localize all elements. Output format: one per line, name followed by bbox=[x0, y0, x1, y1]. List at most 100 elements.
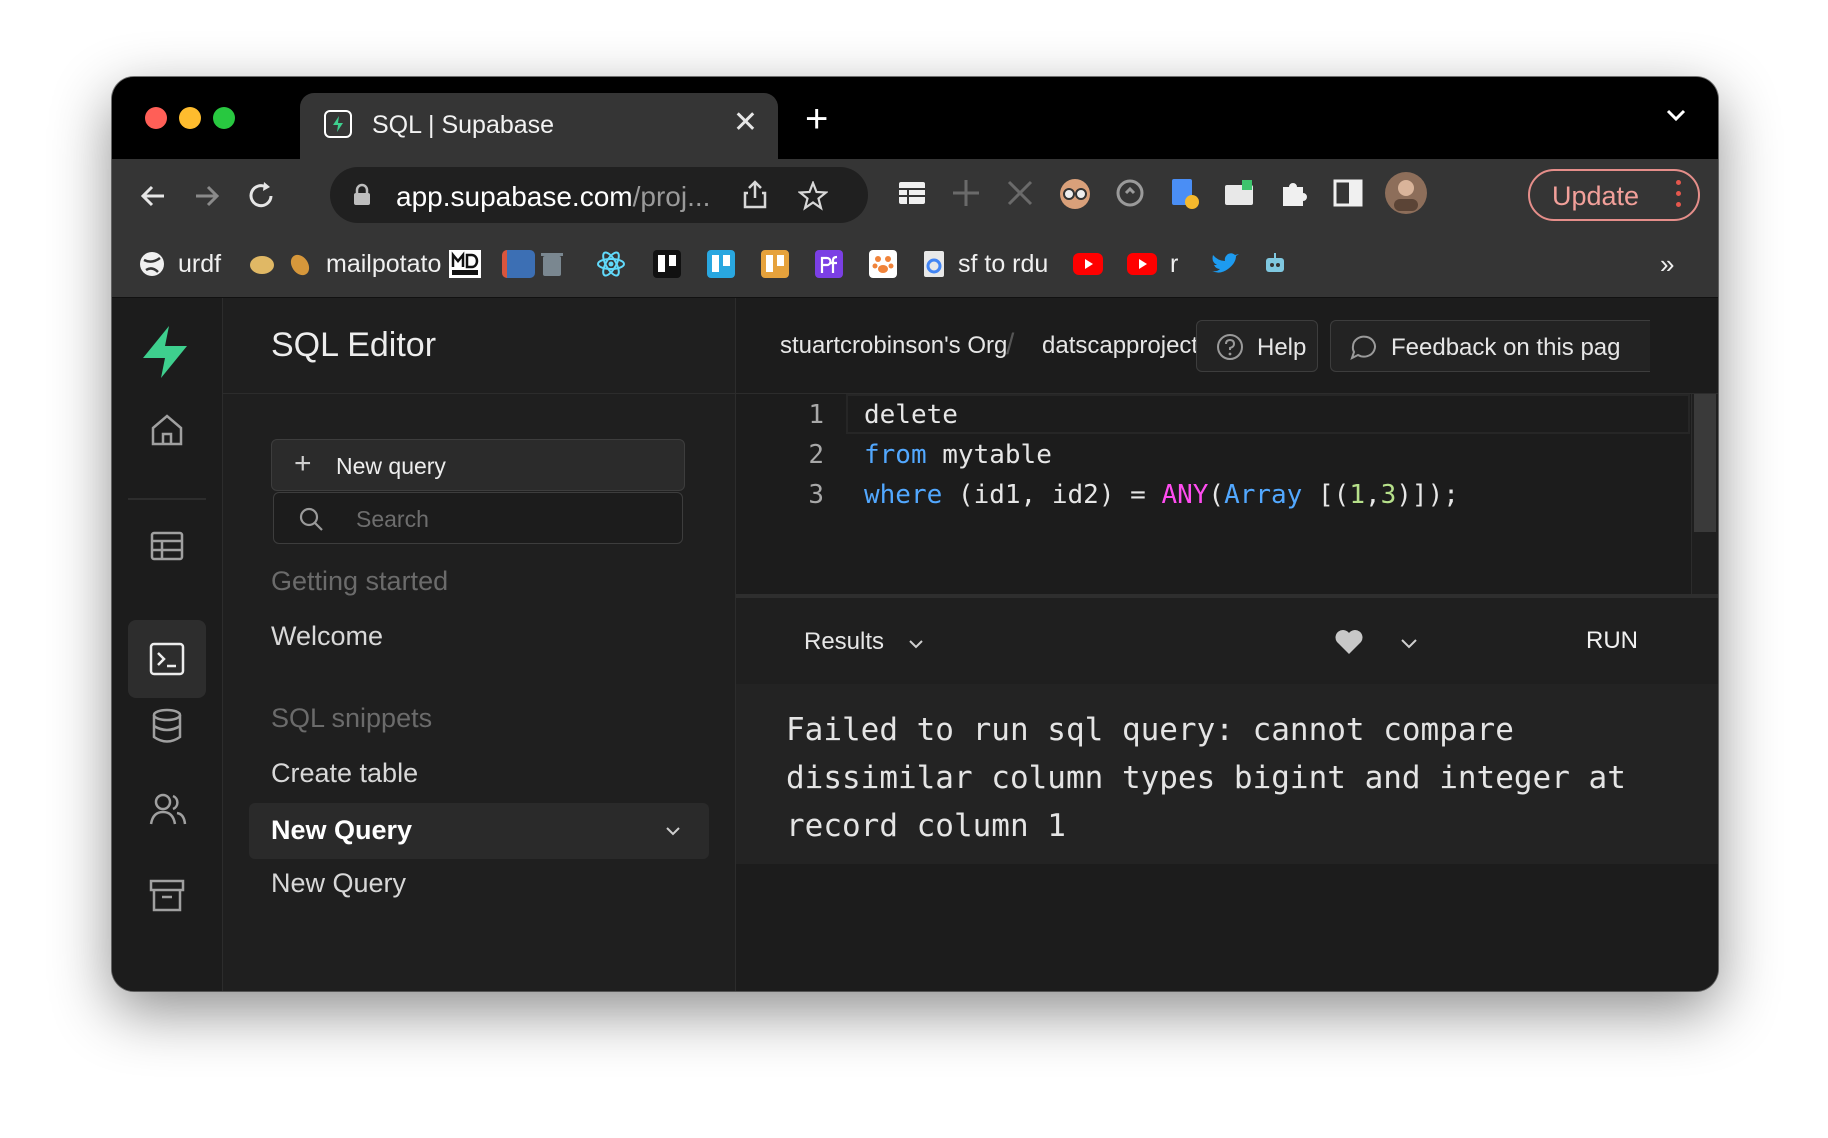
snippet-welcome[interactable]: Welcome bbox=[271, 621, 383, 652]
rail-divider bbox=[128, 498, 206, 500]
options-chevron-down-icon[interactable] bbox=[1398, 634, 1420, 654]
youtube-r-icon bbox=[1127, 253, 1157, 275]
bookmark-youtube[interactable] bbox=[1072, 249, 1104, 279]
bookmark-markdown-html[interactable] bbox=[448, 249, 482, 279]
sql-editor-icon[interactable] bbox=[149, 642, 185, 676]
mailpotato-icon bbox=[290, 254, 310, 276]
bookmark-notebook[interactable] bbox=[502, 249, 535, 279]
lock-icon[interactable] bbox=[352, 183, 372, 207]
bookmark-robot[interactable] bbox=[1262, 249, 1288, 279]
tab-sql-supabase[interactable]: SQL | Supabase ✕ bbox=[300, 93, 778, 159]
icon-rail bbox=[112, 298, 223, 991]
url-text: app.supabase.com/proj... bbox=[396, 181, 711, 212]
bookmark-star-icon[interactable] bbox=[798, 181, 828, 211]
close-window-button[interactable] bbox=[145, 107, 167, 129]
md-html-icon bbox=[449, 250, 481, 278]
tab-close-icon[interactable]: ✕ bbox=[733, 105, 758, 140]
users-icon[interactable] bbox=[149, 792, 187, 826]
snippet-create-table[interactable]: Create table bbox=[271, 758, 418, 789]
bookmark-twitter[interactable] bbox=[1210, 249, 1240, 279]
browser-window: SQL | Supabase ✕ + app.supabase.com/proj… bbox=[112, 77, 1718, 991]
editor-scroll-thumb[interactable] bbox=[1694, 394, 1716, 532]
forward-arrow-icon[interactable] bbox=[190, 179, 224, 213]
code-line: 2 from mytable bbox=[808, 440, 1052, 470]
help-circle-icon bbox=[1217, 334, 1243, 360]
trello-blue-icon bbox=[707, 250, 735, 278]
bookmark-trash[interactable] bbox=[540, 249, 564, 279]
supabase-logo-icon[interactable] bbox=[139, 324, 191, 380]
maximize-window-button[interactable] bbox=[213, 107, 235, 129]
minimize-window-button[interactable] bbox=[179, 107, 201, 129]
storage-archive-icon[interactable] bbox=[149, 878, 185, 912]
results-chevron-down-icon[interactable] bbox=[906, 634, 926, 654]
bookmark-react[interactable] bbox=[596, 249, 626, 279]
folder-extension-icon[interactable] bbox=[1222, 177, 1256, 214]
tab-strip: SQL | Supabase ✕ + bbox=[112, 77, 1718, 159]
back-arrow-icon[interactable] bbox=[136, 179, 170, 213]
bookmark-trello-orange[interactable] bbox=[760, 249, 790, 279]
bookmarks-bar: urdf mailpotato sf to rdu r » bbox=[112, 233, 1718, 298]
potato-icon bbox=[250, 256, 274, 274]
share-icon[interactable] bbox=[742, 180, 768, 210]
new-query-button[interactable]: + New query bbox=[271, 439, 685, 491]
results-toolbar: Results RUN bbox=[736, 594, 1718, 684]
results-tab[interactable]: Results bbox=[804, 628, 884, 656]
table-extension-icon[interactable] bbox=[896, 177, 928, 214]
supabase-app: SQL Editor + New query Search Getting st… bbox=[112, 298, 1718, 991]
bookmark-potato[interactable] bbox=[248, 249, 276, 279]
supabase-favicon-icon bbox=[324, 110, 352, 138]
side-panel-icon[interactable] bbox=[1332, 177, 1364, 214]
bookmark-mailpotato[interactable]: mailpotato bbox=[286, 249, 441, 279]
snippet-new-query-active[interactable]: New Query bbox=[249, 803, 709, 859]
profile-avatar[interactable] bbox=[1384, 171, 1428, 220]
face-extension-icon[interactable] bbox=[1058, 177, 1092, 216]
run-button[interactable]: RUN bbox=[1586, 627, 1638, 655]
reload-icon[interactable] bbox=[244, 179, 278, 213]
react-icon bbox=[597, 251, 625, 277]
browser-toolbar: app.supabase.com/proj... Update bbox=[112, 159, 1718, 233]
tools-extension-icon[interactable] bbox=[1004, 177, 1036, 214]
notebook-icon bbox=[502, 250, 535, 278]
snippet-new-query[interactable]: New Query bbox=[271, 868, 406, 899]
bookmarks-overflow-button[interactable]: » bbox=[1660, 249, 1674, 279]
youtube-icon bbox=[1073, 253, 1103, 275]
trello-dark-icon bbox=[653, 250, 681, 278]
bookmark-urdf[interactable]: urdf bbox=[138, 249, 221, 279]
twitter-icon bbox=[1212, 253, 1239, 273]
rail-divider bbox=[128, 676, 206, 678]
more-vertical-icon[interactable] bbox=[1676, 180, 1681, 213]
new-tab-button[interactable]: + bbox=[805, 97, 828, 142]
results-output: Failed to run sql query: cannot compare … bbox=[736, 684, 1718, 864]
download-doc-extension-icon[interactable] bbox=[1168, 177, 1200, 216]
heart-favorite-icon[interactable] bbox=[1334, 628, 1364, 656]
move-extension-icon[interactable] bbox=[950, 177, 982, 214]
update-button[interactable]: Update bbox=[1528, 169, 1700, 221]
bookmark-sf-to-rdu[interactable]: sf to rdu bbox=[922, 249, 1048, 279]
table-editor-icon[interactable] bbox=[149, 528, 185, 564]
editor-scrollbar[interactable] bbox=[1691, 394, 1718, 594]
code-line: 3 where (id1, id2) = ANY(Array [(1,3)]); bbox=[808, 480, 1459, 510]
error-message: Failed to run sql query: cannot compare … bbox=[786, 712, 1626, 844]
breadcrumb-org[interactable]: stuartcrobinson's Org bbox=[780, 332, 1007, 360]
bookmark-pf[interactable] bbox=[814, 249, 844, 279]
paw-icon bbox=[869, 250, 897, 278]
search-input[interactable]: Search bbox=[273, 492, 683, 544]
bookmark-trello-blue[interactable] bbox=[706, 249, 736, 279]
breadcrumb-separator: / bbox=[1006, 328, 1015, 361]
bookmark-r[interactable]: r bbox=[1126, 249, 1178, 279]
home-icon[interactable] bbox=[149, 412, 185, 448]
tab-search-chevron-icon[interactable] bbox=[1664, 103, 1688, 127]
database-icon[interactable] bbox=[149, 708, 185, 744]
breadcrumb-project[interactable]: datscapproject bbox=[1042, 332, 1198, 360]
feedback-button[interactable]: Feedback on this pag bbox=[1330, 320, 1650, 372]
code-editor[interactable]: 1 delete 2 from mytable 3 where (id1, id… bbox=[736, 394, 1718, 594]
help-button[interactable]: Help bbox=[1196, 320, 1318, 372]
bookmark-paw[interactable] bbox=[868, 249, 898, 279]
chat-bubble-icon bbox=[1350, 335, 1376, 360]
project-header: stuartcrobinson's Org / datscapproject H… bbox=[736, 298, 1718, 394]
bookmark-trello-dark[interactable] bbox=[652, 249, 682, 279]
refresh-extension-icon[interactable] bbox=[1114, 177, 1146, 214]
chevron-down-icon[interactable] bbox=[663, 821, 683, 841]
address-bar[interactable]: app.supabase.com/proj... bbox=[330, 167, 868, 223]
puzzle-extensions-icon[interactable] bbox=[1278, 177, 1310, 214]
